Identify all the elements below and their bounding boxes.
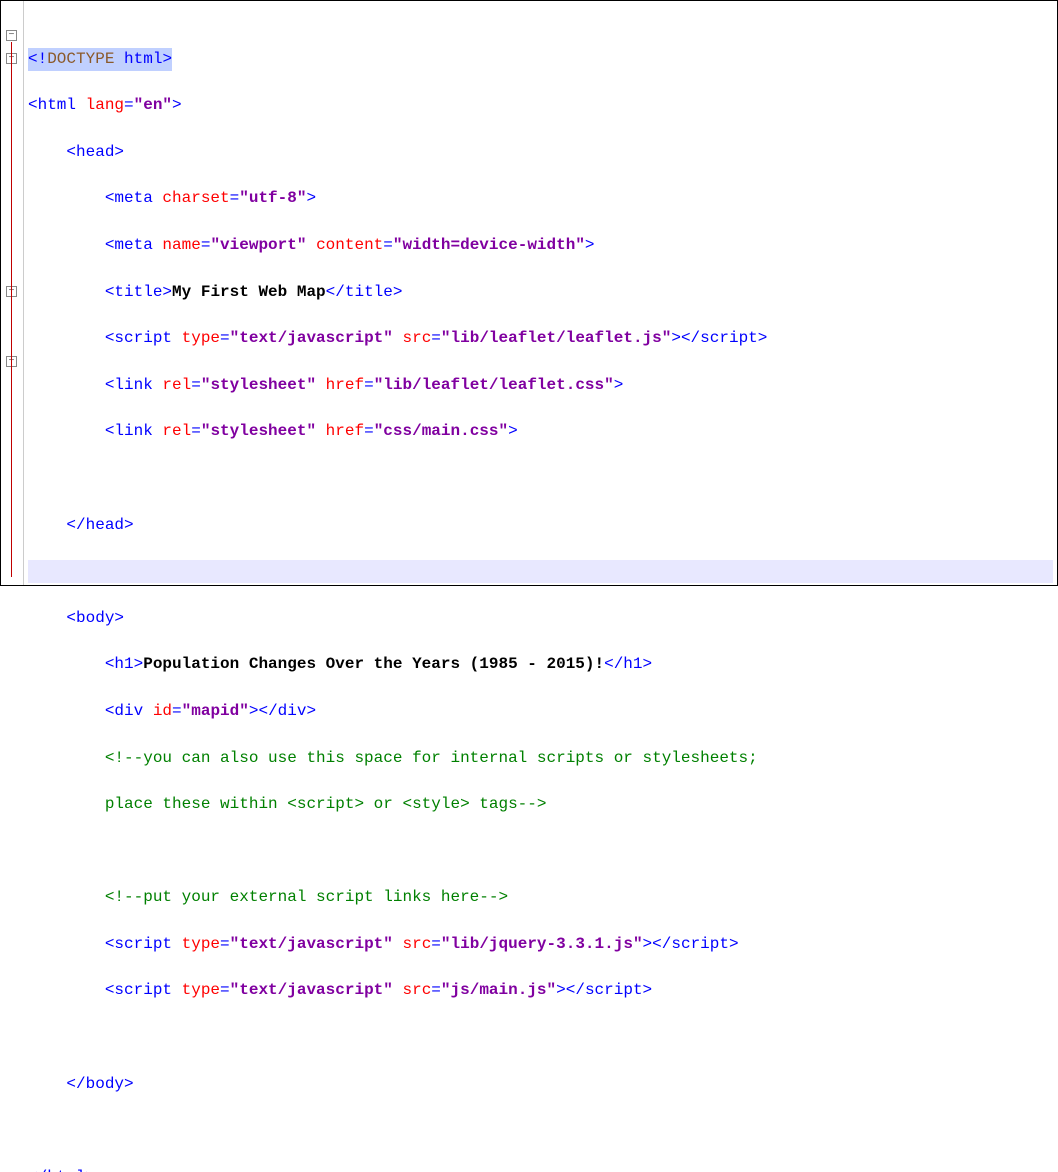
code-line[interactable]: place these within <script> or <style> t… bbox=[28, 793, 1053, 816]
code-line[interactable]: <!--you can also use this space for inte… bbox=[28, 747, 1053, 770]
code-line[interactable]: <title>My First Web Map</title> bbox=[28, 281, 1053, 304]
code-line[interactable]: <script type="text/javascript" src="js/m… bbox=[28, 979, 1053, 1002]
code-line[interactable] bbox=[28, 1119, 1053, 1142]
code-line[interactable]: <h1>Population Changes Over the Years (1… bbox=[28, 653, 1053, 676]
code-line[interactable]: </head> bbox=[28, 514, 1053, 537]
code-line[interactable]: </html> bbox=[28, 1166, 1053, 1172]
code-line[interactable]: <div id="mapid"></div> bbox=[28, 700, 1053, 723]
code-line-cursor[interactable] bbox=[28, 560, 1053, 583]
code-line[interactable]: </body> bbox=[28, 1073, 1053, 1096]
code-line[interactable]: <head> bbox=[28, 141, 1053, 164]
code-editor[interactable]: − − − − <!DOCTYPE html> <html lang="en">… bbox=[1, 1, 1057, 585]
code-line[interactable] bbox=[28, 1026, 1053, 1049]
code-line[interactable]: <link rel="stylesheet" href="css/main.cs… bbox=[28, 420, 1053, 443]
code-line[interactable]: <body> bbox=[28, 607, 1053, 630]
code-line[interactable]: <!DOCTYPE html> bbox=[28, 48, 1053, 71]
code-line[interactable]: <script type="text/javascript" src="lib/… bbox=[28, 327, 1053, 350]
code-line[interactable] bbox=[28, 467, 1053, 490]
fold-icon[interactable]: − bbox=[6, 30, 17, 41]
code-line[interactable]: <!--put your external script links here-… bbox=[28, 886, 1053, 909]
fold-gutter: − − − − bbox=[1, 1, 24, 585]
code-line[interactable]: <meta charset="utf-8"> bbox=[28, 187, 1053, 210]
code-line[interactable]: <meta name="viewport" content="width=dev… bbox=[28, 234, 1053, 257]
code-area[interactable]: <!DOCTYPE html> <html lang="en"> <head> … bbox=[24, 1, 1057, 585]
code-line[interactable]: <html lang="en"> bbox=[28, 94, 1053, 117]
code-line[interactable] bbox=[28, 840, 1053, 863]
code-line[interactable]: <script type="text/javascript" src="lib/… bbox=[28, 933, 1053, 956]
code-line[interactable]: <link rel="stylesheet" href="lib/leaflet… bbox=[28, 374, 1053, 397]
fold-line bbox=[11, 42, 12, 577]
